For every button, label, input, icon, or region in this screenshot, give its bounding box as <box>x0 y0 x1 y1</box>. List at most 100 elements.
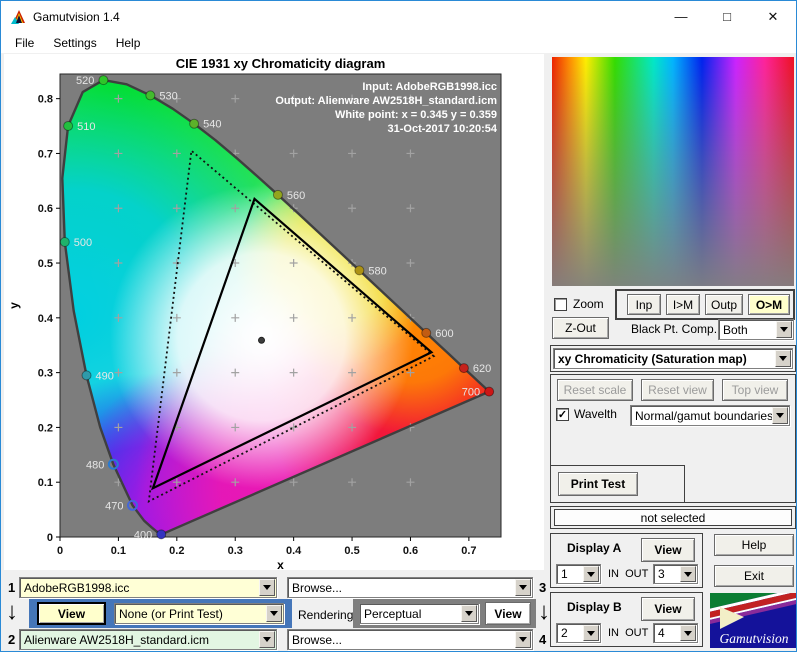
svg-text:0.3: 0.3 <box>228 545 243 557</box>
map-type-select[interactable]: xy Chromaticity (Saturation map) <box>553 348 793 369</box>
display-b-inout-label: IN OUT <box>608 627 649 639</box>
display-a-in-value: 1 <box>561 567 568 581</box>
inp-button[interactable]: Inp <box>627 294 661 315</box>
down-arrow-right-icon: ↓ <box>538 598 550 625</box>
wavelth-checkbox-label: Wavelth <box>574 407 617 421</box>
help-button[interactable]: Help <box>714 534 794 556</box>
display-a-in-select[interactable]: 1 <box>556 564 601 584</box>
svg-text:0.4: 0.4 <box>286 545 302 557</box>
print-test-frame: Print Test <box>550 465 685 503</box>
svg-text:470: 470 <box>105 500 123 512</box>
menu-settings[interactable]: Settings <box>48 35 101 51</box>
dropdown-arrow-icon[interactable] <box>461 605 477 622</box>
input-browse-select[interactable]: Browse... <box>287 577 533 598</box>
display-b-in-value: 2 <box>561 626 568 640</box>
slot1-number: 1 <box>8 580 16 595</box>
gamutvision-logo: Gamutvision <box>681 560 797 648</box>
svg-text:31-Oct-2017 10:20:54: 31-Oct-2017 10:20:54 <box>388 123 498 135</box>
display-b-view-button[interactable]: View <box>641 597 695 621</box>
output-browse-select[interactable]: Browse... <box>287 629 533 650</box>
app-icon <box>11 10 25 24</box>
input-profile-select[interactable]: AdobeRGB1998.icc <box>19 577 277 598</box>
menu-help[interactable]: Help <box>111 35 146 51</box>
dropdown-arrow-icon[interactable] <box>772 407 788 424</box>
outp-button[interactable]: Outp <box>705 294 743 315</box>
output-browse-value: Browse... <box>292 632 343 647</box>
window-controls: — □ ✕ <box>658 1 796 32</box>
title-bar: Gamutvision 1.4 — □ ✕ <box>1 1 796 32</box>
svg-text:0.5: 0.5 <box>344 545 359 557</box>
slot2-number: 2 <box>8 632 16 647</box>
svg-text:700: 700 <box>462 387 480 399</box>
map-select-frame: xy Chromaticity (Saturation map) <box>550 345 796 372</box>
black-pt-comp-label: Black Pt. Comp. <box>631 322 718 336</box>
display-a-out-select[interactable]: 3 <box>653 564 698 584</box>
maximize-button[interactable]: □ <box>704 1 750 32</box>
exit-button[interactable]: Exit <box>714 565 794 587</box>
z-out-button[interactable]: Z-Out <box>552 317 609 339</box>
output-profile-select[interactable]: Alienware AW2518H_standard.icm <box>19 629 277 650</box>
zoom-checkbox[interactable] <box>554 298 567 311</box>
svg-text:0.7: 0.7 <box>461 545 476 557</box>
svg-text:0.1: 0.1 <box>38 477 53 489</box>
display-b-in-select[interactable]: 2 <box>556 623 601 643</box>
wavelth-checkbox[interactable]: ✓ <box>556 408 569 421</box>
dropdown-arrow-icon[interactable] <box>259 631 275 648</box>
dropdown-arrow-icon[interactable] <box>775 350 791 367</box>
close-button[interactable]: ✕ <box>750 1 796 32</box>
dropdown-arrow-icon[interactable] <box>515 579 531 596</box>
gamut-view-button-group: Inp I>M Outp O>M <box>615 289 795 320</box>
boundaries-select[interactable]: Normal/gamut boundaries <box>630 405 790 426</box>
svg-text:540: 540 <box>203 119 221 131</box>
svg-text:y: y <box>7 302 21 309</box>
print-test-select[interactable]: None (or Print Test) <box>114 603 284 624</box>
display-a-title: Display A <box>567 541 622 555</box>
svg-text:480: 480 <box>86 459 104 471</box>
minimize-button[interactable]: — <box>658 1 704 32</box>
dropdown-arrow-icon[interactable] <box>680 566 696 582</box>
dropdown-arrow-icon[interactable] <box>583 566 599 582</box>
black-pt-comp-select[interactable]: Both <box>718 319 794 340</box>
svg-text:x: x <box>277 558 284 570</box>
display-a-group: Display A View 1 IN OUT 3 <box>550 533 703 588</box>
map-type-value: xy Chromaticity (Saturation map) <box>558 351 747 366</box>
view-left-button[interactable]: View <box>37 602 106 625</box>
rendering-intent-select[interactable]: Perceptual <box>359 603 479 624</box>
svg-text:520: 520 <box>76 75 94 87</box>
logo-text: Gamutvision <box>720 631 789 646</box>
svg-text:0.6: 0.6 <box>38 203 53 215</box>
svg-text:0.4: 0.4 <box>38 313 54 325</box>
svg-text:0.2: 0.2 <box>169 545 184 557</box>
menu-file[interactable]: File <box>10 35 39 51</box>
display-b-title: Display B <box>567 600 622 614</box>
dropdown-arrow-icon[interactable] <box>515 631 531 648</box>
svg-text:White point: x = 0.345 y = 0: White point: x = 0.345 y = 0.359 <box>335 109 497 121</box>
display-a-view-button[interactable]: View <box>641 538 695 562</box>
reset-scale-button[interactable]: Reset scale <box>557 379 633 401</box>
svg-text:0: 0 <box>47 532 53 544</box>
display-b-out-select[interactable]: 4 <box>653 623 698 643</box>
view-options-group: Reset scale Reset view Top view ✓ Wavelt… <box>550 374 796 503</box>
svg-text:0.6: 0.6 <box>403 545 418 557</box>
top-view-button[interactable]: Top view <box>722 379 788 401</box>
chromaticity-chart: 400 470 480 490 500 510 520 530 540 560 580 600 620 7… <box>7 56 502 572</box>
color-gradient-preview[interactable] <box>552 57 794 286</box>
boundaries-value: Normal/gamut boundaries <box>635 408 774 423</box>
svg-text:0.8: 0.8 <box>38 94 53 106</box>
print-test-button[interactable]: Print Test <box>558 472 638 496</box>
o-to-m-button[interactable]: O>M <box>748 294 790 315</box>
reset-view-button[interactable]: Reset view <box>641 379 714 401</box>
svg-text:510: 510 <box>77 121 95 133</box>
window-title: Gamutvision 1.4 <box>33 10 120 24</box>
view-right-button[interactable]: View <box>485 602 531 625</box>
rendering-label: Rendering <box>298 608 354 622</box>
dropdown-arrow-icon[interactable] <box>776 321 792 338</box>
svg-text:400: 400 <box>134 529 152 541</box>
display-a-out-value: 3 <box>658 567 665 581</box>
svg-text:0.5: 0.5 <box>38 258 53 270</box>
i-to-m-button[interactable]: I>M <box>666 294 700 315</box>
dropdown-arrow-icon[interactable] <box>680 625 696 641</box>
dropdown-arrow-icon[interactable] <box>259 579 275 596</box>
dropdown-arrow-icon[interactable] <box>266 605 282 622</box>
dropdown-arrow-icon[interactable] <box>583 625 599 641</box>
